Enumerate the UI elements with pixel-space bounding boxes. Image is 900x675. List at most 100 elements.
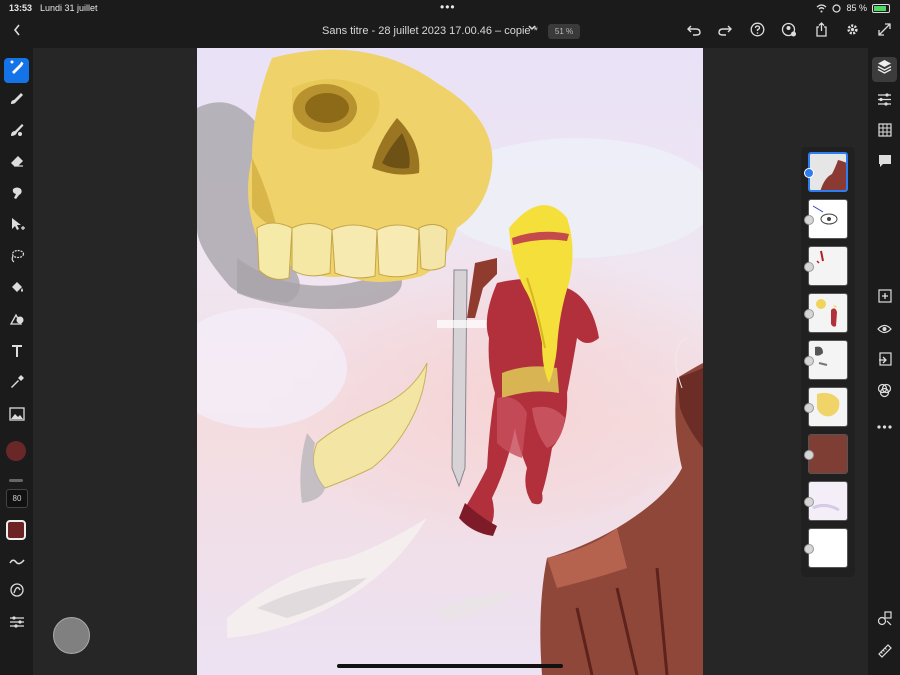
home-indicator: [337, 664, 563, 668]
layer-visibility-badge[interactable]: [804, 450, 814, 460]
layer-thumb-eye-sketch: [809, 200, 847, 238]
help-icon: [750, 22, 764, 37]
text-tool[interactable]: [4, 341, 29, 366]
blend-icon: [877, 383, 892, 398]
image-tool[interactable]: [4, 404, 29, 429]
layer-visibility-badge[interactable]: [804, 168, 814, 178]
shape-icon: [9, 313, 23, 325]
zoom-level[interactable]: 51 %: [548, 24, 580, 39]
stroke-smoothing-button[interactable]: [4, 550, 29, 575]
layer-thumbnail[interactable]: [808, 246, 848, 286]
right-toolbar: [868, 48, 900, 675]
share-button[interactable]: [811, 22, 831, 42]
settings-button[interactable]: [842, 22, 862, 42]
title-menu-button[interactable]: [527, 24, 537, 35]
help-button[interactable]: [747, 22, 767, 42]
layer-thumbnail[interactable]: [808, 528, 848, 568]
text-icon: [11, 345, 22, 357]
layer-visibility-badge[interactable]: [804, 356, 814, 366]
redo-button[interactable]: [715, 22, 735, 42]
import-button[interactable]: [872, 349, 897, 374]
multitask-indicator[interactable]: •••: [440, 0, 456, 14]
layer-thumb-white-bg: [809, 529, 847, 567]
adjustments-icon: [878, 93, 891, 106]
layer-thumb-sky-wash: [809, 482, 847, 520]
layer-thumbnail[interactable]: [808, 293, 848, 333]
grid-button[interactable]: [872, 120, 897, 145]
eyedropper-tool[interactable]: [4, 373, 29, 398]
layer-thumbnail[interactable]: [808, 481, 848, 521]
shape-tool[interactable]: [4, 310, 29, 335]
ruler-button[interactable]: [872, 641, 897, 666]
settings-icon: [846, 24, 858, 35]
layer-thumb-yellow-skull: [809, 388, 847, 426]
artwork-image: [197, 48, 703, 675]
adjustments-button[interactable]: [872, 89, 897, 114]
layer-thumb-gray-shadow: [809, 341, 847, 379]
current-color-chip[interactable]: [6, 520, 26, 540]
layers-icon: [877, 60, 892, 74]
expand-button[interactable]: [874, 22, 894, 42]
fill-icon: [11, 282, 23, 292]
eraser-icon: [10, 156, 23, 167]
brush-settings-icon: [9, 583, 24, 597]
lasso-tool[interactable]: [4, 247, 29, 272]
layer-thumbnail[interactable]: [808, 340, 848, 380]
undo-button[interactable]: [684, 22, 704, 42]
layer-visibility-badge[interactable]: [804, 309, 814, 319]
share-icon: [815, 22, 827, 37]
comment-button[interactable]: [872, 151, 897, 176]
eraser-tool[interactable]: [4, 152, 29, 177]
expand-icon: [877, 23, 891, 36]
comment-icon: [878, 155, 891, 167]
blend-button[interactable]: [872, 381, 897, 406]
brush-size-value[interactable]: 80: [6, 489, 28, 508]
shapes-button[interactable]: [872, 609, 897, 634]
top-toolbar: Sans titre - 28 juillet 2023 17.00.46 – …: [0, 16, 900, 48]
brush-select-tool[interactable]: [4, 58, 29, 83]
layer-thumb-warrior: [809, 294, 847, 332]
tool-options-button[interactable]: [4, 612, 29, 637]
back-button[interactable]: [12, 23, 22, 42]
layer-thumb-rock: [810, 154, 846, 190]
visibility-button[interactable]: [872, 317, 897, 342]
pixel-brush-icon: [10, 93, 23, 104]
more-button[interactable]: [872, 412, 897, 437]
lasso-icon: [11, 249, 24, 263]
brush-select-icon: [10, 60, 23, 74]
add-layer-icon: [877, 289, 892, 303]
layer-thumbnail[interactable]: [808, 152, 848, 192]
visibility-icon: [877, 324, 892, 334]
layer-thumbnail[interactable]: [808, 434, 848, 474]
move-tool[interactable]: [4, 215, 29, 240]
chevron-left-icon: [13, 24, 20, 36]
layer-visibility-badge[interactable]: [804, 262, 814, 272]
layer-thumb-red-marks: [809, 247, 847, 285]
live-brush-tool[interactable]: [4, 121, 29, 146]
pixel-brush-tool[interactable]: [4, 89, 29, 114]
more-icon: [877, 425, 892, 429]
artwork-canvas[interactable]: [197, 48, 703, 675]
add-layer-button[interactable]: [872, 286, 897, 311]
layer-visibility-badge[interactable]: [804, 215, 814, 225]
size-slider-handle[interactable]: [9, 479, 23, 482]
layer-visibility-badge[interactable]: [804, 544, 814, 554]
cloud-sync-button[interactable]: [779, 22, 799, 42]
touch-shortcut-button[interactable]: [53, 617, 90, 654]
layer-thumbnail[interactable]: [808, 387, 848, 427]
status-right: 85 %: [816, 3, 890, 13]
document-title[interactable]: Sans titre - 28 juillet 2023 17.00.46 – …: [322, 25, 538, 37]
status-bar: 13:53 Lundi 31 juillet ••• 85 %: [0, 0, 900, 16]
chevron-down-icon: [528, 25, 536, 31]
fill-tool[interactable]: [4, 278, 29, 303]
brush-settings-button[interactable]: [4, 581, 29, 606]
smudge-tool[interactable]: [4, 184, 29, 209]
import-icon: [878, 352, 892, 366]
layer-visibility-badge[interactable]: [804, 403, 814, 413]
layer-visibility-badge[interactable]: [804, 497, 814, 507]
status-time: 13:53: [9, 3, 33, 13]
left-toolbar: 80: [0, 48, 33, 675]
layer-thumbnail[interactable]: [808, 199, 848, 239]
brush-color-swatch[interactable]: [6, 441, 26, 461]
layers-button[interactable]: [872, 57, 897, 82]
